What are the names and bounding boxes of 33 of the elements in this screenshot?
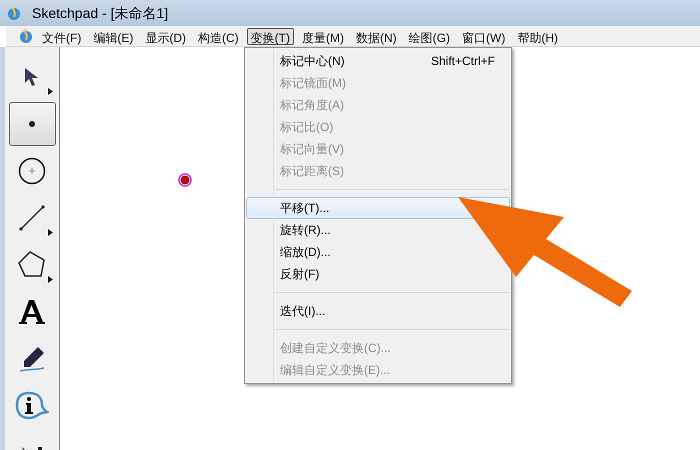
point-icon <box>29 121 35 127</box>
menu-item[interactable]: 平移(T)... <box>280 199 330 217</box>
menu-bar-item[interactable]: 绘图(G) <box>404 28 454 44</box>
menu-item[interactable]: 迭代(I)... <box>280 302 326 320</box>
menu-bar-item[interactable]: 显示(D) <box>141 28 190 44</box>
shortcut-text: Shift+Ctrl+F <box>430 53 495 70</box>
menu-item[interactable]: 反射(F) <box>280 265 320 283</box>
line-segment-icon <box>19 205 45 231</box>
menu-bar-item[interactable]: 数据(N) <box>352 28 401 44</box>
caret-icon <box>48 229 52 236</box>
menu-bar-item[interactable]: 度量(M) <box>298 28 348 44</box>
app-logo-icon <box>6 5 22 21</box>
caret-icon <box>48 276 52 283</box>
caret-icon <box>48 88 52 95</box>
menu-bar-item[interactable]: 变换(T) <box>246 28 294 44</box>
pentagon-icon <box>17 250 47 280</box>
marker-pen-icon <box>18 345 46 373</box>
info-bubble-icon <box>15 391 49 421</box>
menu-bar-item[interactable]: 构造(C) <box>194 28 243 44</box>
menu-item[interactable]: 旋转(R)... <box>280 221 331 239</box>
pointing-arrow-icon <box>456 195 632 307</box>
document-icon <box>18 28 34 44</box>
menu-bar-item[interactable]: 文件(F) <box>38 28 86 44</box>
window-title: Sketchpad - [未命名1] <box>32 4 168 23</box>
circle-icon <box>18 157 46 185</box>
letter-a-icon <box>18 299 46 325</box>
menu-bar-item[interactable]: 窗口(W) <box>458 28 510 44</box>
menu-item[interactable]: 标记中心(N) <box>280 52 345 70</box>
point-marker-icon <box>178 173 192 187</box>
pointer-arrow-icon <box>24 67 40 87</box>
menu-bar-item[interactable]: 帮助(H) <box>513 28 562 44</box>
menu-bar-item[interactable]: 编辑(E) <box>89 28 138 44</box>
menu-item[interactable]: 缩放(D)... <box>280 243 331 261</box>
